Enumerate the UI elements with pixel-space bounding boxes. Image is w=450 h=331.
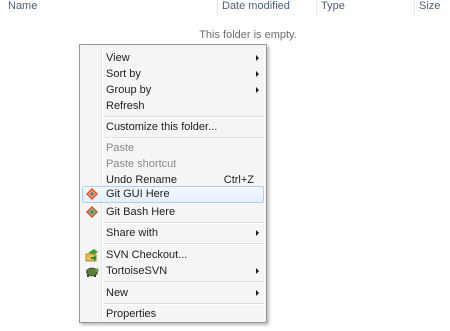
menu-item-new[interactable]: New: [82, 285, 264, 301]
git-bash-icon: [86, 206, 98, 218]
column-divider[interactable]: [217, 0, 218, 16]
menu-separator: [104, 243, 264, 245]
menu-item-sort-by[interactable]: Sort by: [82, 66, 264, 82]
menu-item-label: Git Bash Here: [106, 206, 176, 218]
menu-item-svn-checkout[interactable]: SVN Checkout...: [82, 247, 264, 263]
column-header: Name Date modified Type Size: [0, 0, 450, 16]
menu-item-label: Customize this folder...: [106, 121, 218, 133]
column-size[interactable]: Size: [419, 0, 440, 14]
menu-item-label: Share with: [106, 227, 158, 239]
keyboard-shortcut: Ctrl+Z: [223, 174, 254, 186]
menu-item-label: Group by: [106, 84, 152, 96]
menu-item-label: SVN Checkout...: [106, 249, 188, 261]
column-divider[interactable]: [414, 0, 415, 16]
context-menu: View Sort by Group by Refresh Customize …: [79, 44, 267, 323]
menu-item-label: Undo Rename: [106, 174, 177, 186]
menu-item-refresh[interactable]: Refresh: [82, 98, 264, 114]
menu-item-label: View: [106, 52, 130, 64]
menu-item-git-bash[interactable]: Git Bash Here: [82, 204, 264, 220]
menu-separator: [104, 222, 264, 224]
svn-checkout-icon: [85, 249, 98, 262]
submenu-arrow-icon: [256, 230, 259, 236]
menu-item-label: Properties: [106, 308, 157, 320]
menu-item-view[interactable]: View: [82, 50, 264, 66]
menu-separator: [104, 137, 264, 139]
menu-item-paste[interactable]: Paste: [82, 140, 264, 156]
submenu-arrow-icon: [256, 290, 259, 296]
menu-item-label: New: [106, 287, 129, 299]
menu-item-git-gui[interactable]: Git GUI Here: [82, 186, 264, 203]
column-name[interactable]: Name: [8, 0, 37, 14]
menu-item-group-by[interactable]: Group by: [82, 82, 264, 98]
submenu-arrow-icon: [256, 268, 259, 274]
menu-item-properties[interactable]: Properties: [82, 306, 264, 322]
menu-item-label: Paste: [106, 142, 135, 154]
column-type[interactable]: Type: [321, 0, 345, 14]
column-divider[interactable]: [316, 0, 317, 16]
menu-item-label: TortoiseSVN: [106, 265, 168, 277]
column-date-modified[interactable]: Date modified: [222, 0, 290, 14]
menu-item-paste-shortcut[interactable]: Paste shortcut: [82, 156, 264, 172]
submenu-arrow-icon: [256, 87, 259, 93]
menu-separator: [104, 116, 264, 118]
menu-item-customize-folder[interactable]: Customize this folder...: [82, 119, 264, 135]
submenu-arrow-icon: [256, 55, 259, 61]
menu-item-share-with[interactable]: Share with: [82, 225, 264, 241]
menu-separator: [104, 303, 264, 305]
empty-folder-message: This folder is empty.: [199, 29, 297, 41]
menu-item-label: Paste shortcut: [106, 158, 177, 170]
menu-item-label: Refresh: [106, 100, 145, 112]
menu-item-label: Git GUI Here: [106, 188, 170, 200]
tortoise-svn-icon: [86, 267, 99, 277]
menu-separator: [104, 281, 264, 283]
submenu-arrow-icon: [256, 71, 259, 77]
menu-item-label: Sort by: [106, 68, 141, 80]
menu-item-tortoise-svn[interactable]: TortoiseSVN: [82, 263, 264, 279]
git-gui-icon: [86, 188, 98, 200]
